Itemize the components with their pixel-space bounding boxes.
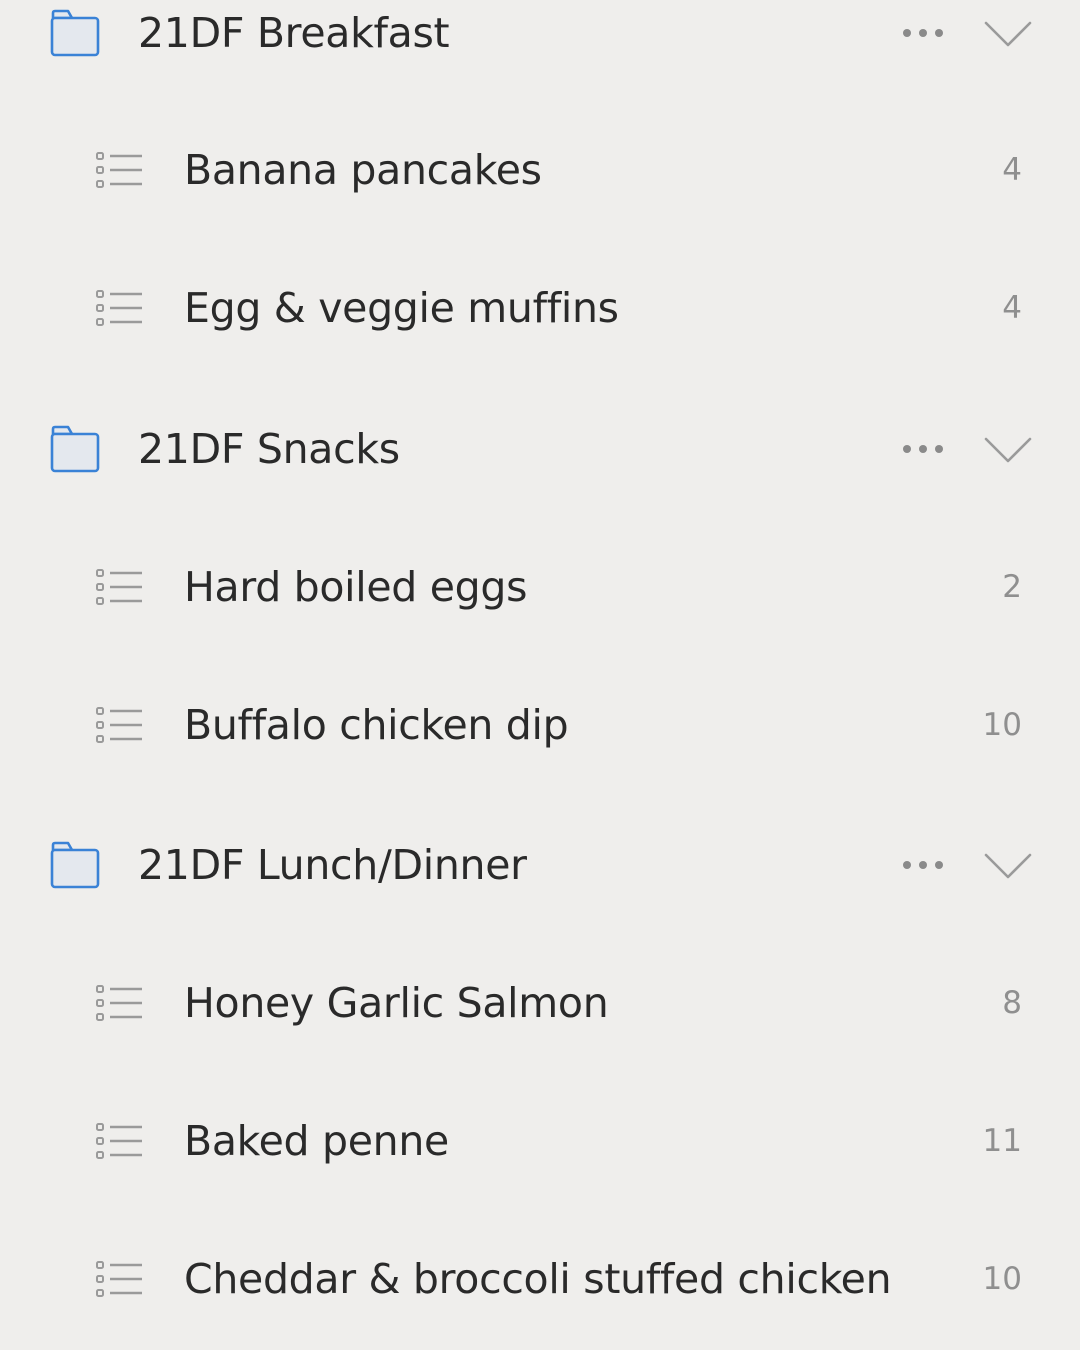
list-item-label: Cheddar & broccoli stuffed chicken xyxy=(184,1255,892,1303)
list-item[interactable]: Honey Garlic Salmon 8 xyxy=(0,934,1080,1072)
list-item[interactable]: Baked penne 11 xyxy=(0,1072,1080,1210)
more-options-icon[interactable] xyxy=(900,26,946,40)
list-item-label: Egg & veggie muffins xyxy=(184,284,619,332)
folder-row-breakfast[interactable]: 21DF Breakfast xyxy=(0,0,1080,102)
list-icon xyxy=(96,569,142,605)
list-icon xyxy=(96,152,142,188)
list-icon xyxy=(96,1261,142,1297)
list-item-label: Hard boiled eggs xyxy=(184,563,528,611)
list-item[interactable]: Buffalo chicken dip 10 xyxy=(0,656,1080,794)
chevron-down-icon[interactable] xyxy=(982,17,1034,49)
list-icon xyxy=(96,985,142,1021)
list-icon xyxy=(96,1123,142,1159)
list-item[interactable]: Banana pancakes 4 xyxy=(0,101,1080,239)
list-item[interactable]: Cheddar & broccoli stuffed chicken 10 xyxy=(0,1210,1080,1348)
folder-title: 21DF Breakfast xyxy=(138,9,450,57)
list-item-label: Buffalo chicken dip xyxy=(184,701,569,749)
list-icon xyxy=(96,707,142,743)
folder-icon xyxy=(50,841,100,889)
item-count: 10 xyxy=(982,707,1022,743)
folder-icon xyxy=(50,9,100,57)
list-item[interactable]: Egg & veggie muffins 4 xyxy=(0,239,1080,377)
item-count: 10 xyxy=(982,1261,1022,1297)
item-count: 4 xyxy=(1002,290,1022,326)
chevron-down-icon[interactable] xyxy=(982,433,1034,465)
folder-row-snacks[interactable]: 21DF Snacks xyxy=(0,380,1080,518)
more-options-icon[interactable] xyxy=(900,442,946,456)
list-item-label: Banana pancakes xyxy=(184,146,542,194)
list-item-label: Baked penne xyxy=(184,1117,449,1165)
item-count: 4 xyxy=(1002,152,1022,188)
chevron-down-icon[interactable] xyxy=(982,849,1034,881)
folder-icon xyxy=(50,425,100,473)
list-icon xyxy=(96,290,142,326)
folder-row-lunch-dinner[interactable]: 21DF Lunch/Dinner xyxy=(0,796,1080,934)
folder-title: 21DF Snacks xyxy=(138,425,400,473)
list-item-label: Honey Garlic Salmon xyxy=(184,979,609,1027)
item-count: 8 xyxy=(1002,985,1022,1021)
item-count: 11 xyxy=(982,1123,1022,1159)
item-count: 2 xyxy=(1002,569,1022,605)
more-options-icon[interactable] xyxy=(900,858,946,872)
list-item[interactable]: Hard boiled eggs 2 xyxy=(0,518,1080,656)
folder-title: 21DF Lunch/Dinner xyxy=(138,841,527,889)
